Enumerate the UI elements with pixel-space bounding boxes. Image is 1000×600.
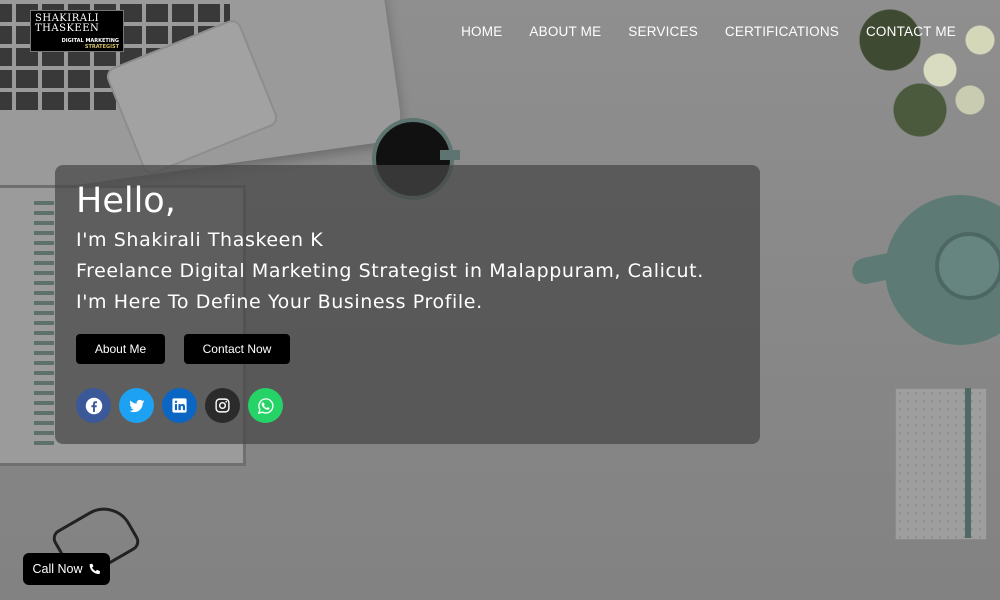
linkedin-link[interactable] [162,388,197,423]
main-nav: HOME ABOUT ME SERVICES CERTIFICATIONS CO… [461,24,956,39]
whatsapp-link[interactable] [248,388,283,423]
hero-role: Freelance Digital Marketing Strategist i… [76,260,704,282]
twitter-link[interactable] [119,388,154,423]
logo-line-2: THASKEEN [35,23,100,34]
facebook-link[interactable] [76,388,111,423]
hero-greeting: Hello, [76,181,176,221]
instagram-link[interactable] [205,388,240,423]
site-logo[interactable]: SHAKIRALI THASKEEN DIGITAL MARKETING STR… [30,10,124,52]
nav-certifications[interactable]: CERTIFICATIONS [725,24,839,39]
notepad-strap-image [965,388,971,538]
logo-subtitle-2: STRATEGIST [84,44,119,50]
call-now-button[interactable]: Call Now [23,553,110,585]
about-me-button[interactable]: About Me [76,334,165,364]
notebook-spiral-image [34,195,54,445]
linkedin-icon [172,398,187,413]
facebook-icon [85,397,102,414]
hero-tagline: I'm Here To Define Your Business Profile… [76,291,483,313]
instagram-icon [215,398,230,413]
nav-about-me[interactable]: ABOUT ME [529,24,601,39]
whatsapp-icon [257,397,274,414]
notepad-image [895,388,987,540]
nav-contact-me[interactable]: CONTACT ME [866,24,956,39]
coffee-cup-handle-image [440,150,460,160]
teapot-lid-image [935,232,1000,300]
twitter-icon [128,399,144,412]
nav-home[interactable]: HOME [461,24,502,39]
contact-now-button[interactable]: Contact Now [184,334,290,364]
call-now-label: Call Now [32,562,83,576]
nav-services[interactable]: SERVICES [628,24,698,39]
hero-card: Hello, I'm Shakirali Thaskeen K Freelanc… [55,165,760,444]
hero-intro: I'm Shakirali Thaskeen K [76,229,324,251]
phone-icon [89,563,100,575]
flowers-image [850,0,1000,140]
